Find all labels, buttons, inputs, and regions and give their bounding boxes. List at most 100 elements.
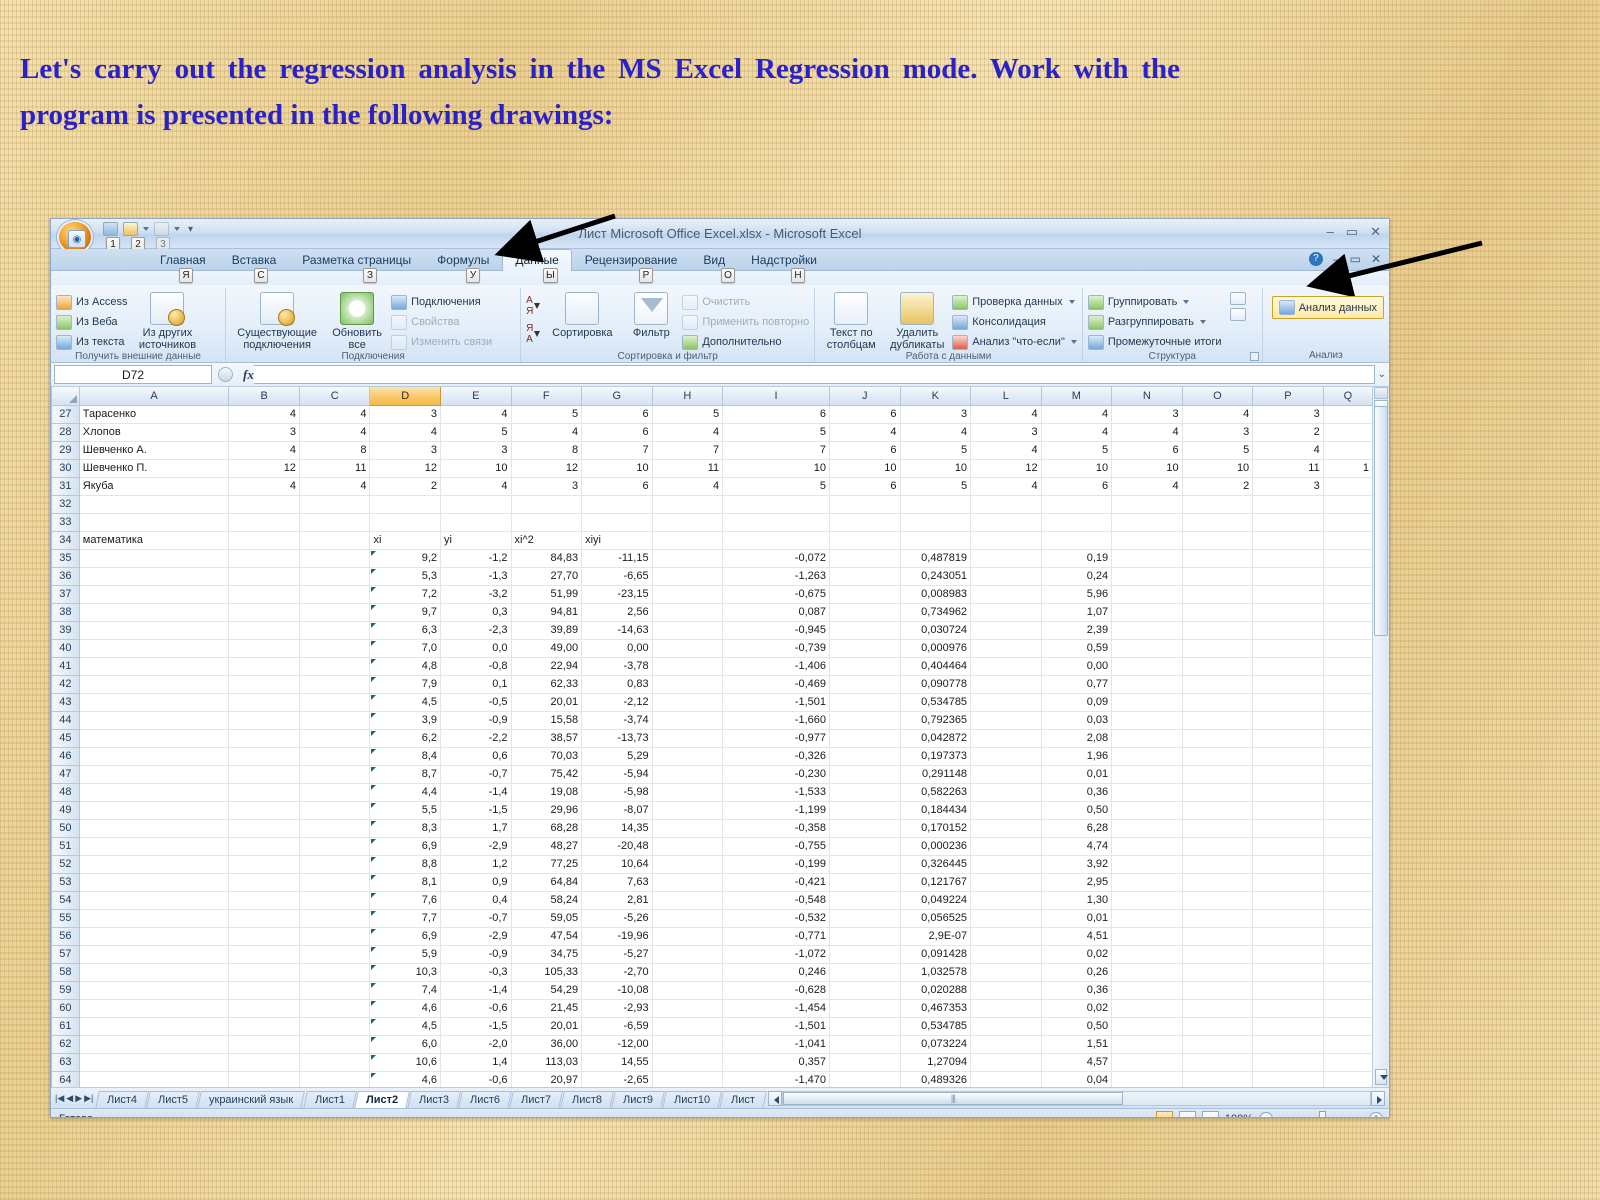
table-cell[interactable] <box>1322 746 1372 766</box>
table-cell[interactable] <box>651 926 724 946</box>
table-cell[interactable] <box>581 512 653 532</box>
table-cell[interactable] <box>651 530 724 550</box>
table-cell[interactable] <box>1322 998 1372 1018</box>
table-cell[interactable]: -1,501 <box>722 692 830 712</box>
minimize-ribbon-icon[interactable]: – <box>1333 252 1340 266</box>
table-cell[interactable] <box>78 944 230 964</box>
zoom-slider[interactable]: – + <box>1259 1111 1383 1117</box>
table-cell[interactable]: 4 <box>1252 440 1324 460</box>
table-cell[interactable]: 12 <box>369 458 441 478</box>
sheet-tab[interactable]: Лист4 <box>95 1090 150 1109</box>
table-cell[interactable]: 3 <box>228 422 300 442</box>
table-cell[interactable]: 10 <box>1040 458 1113 478</box>
table-cell[interactable]: 10 <box>1181 458 1254 478</box>
table-cell[interactable]: 0,77 <box>1040 674 1113 694</box>
button-consolidate[interactable]: Консолидация <box>952 313 1077 331</box>
table-cell[interactable]: 7,4 <box>369 980 441 1000</box>
table-cell[interactable]: -1,199 <box>722 800 830 820</box>
table-cell[interactable] <box>1252 728 1324 748</box>
table-cell[interactable]: 5,96 <box>1040 584 1113 604</box>
table-cell[interactable]: 6,28 <box>1040 818 1113 838</box>
table-cell[interactable] <box>970 1070 1042 1087</box>
row-header[interactable]: 53 <box>51 872 80 892</box>
table-cell[interactable] <box>651 908 724 928</box>
row-header[interactable]: 31 <box>51 476 80 496</box>
table-cell[interactable]: -0,230 <box>722 764 830 784</box>
table-cell[interactable] <box>1111 530 1183 550</box>
table-cell[interactable]: 4,5 <box>369 1016 441 1036</box>
table-cell[interactable] <box>1252 566 1324 586</box>
table-cell[interactable] <box>1322 764 1372 784</box>
table-cell[interactable] <box>78 980 230 1000</box>
tab-dannye[interactable]: Данные <box>502 249 572 271</box>
restore-button[interactable]: ▭ <box>1346 224 1358 240</box>
table-cell[interactable] <box>651 710 724 730</box>
table-cell[interactable]: 113,03 <box>510 1052 583 1072</box>
table-cell[interactable] <box>228 908 300 928</box>
table-cell[interactable] <box>970 980 1042 1000</box>
table-cell[interactable]: -2,2 <box>440 728 512 748</box>
column-header-b[interactable]: B <box>228 387 300 406</box>
table-cell[interactable] <box>1181 656 1254 676</box>
table-cell[interactable]: 27,70 <box>510 566 583 586</box>
tab-formuly[interactable]: Формулы <box>424 249 502 271</box>
sheet-tab[interactable]: Лист8 <box>559 1090 614 1109</box>
table-cell[interactable] <box>1181 872 1254 892</box>
table-cell[interactable]: 0,197373 <box>899 746 972 766</box>
table-cell[interactable]: 2,08 <box>1040 728 1113 748</box>
table-cell[interactable] <box>78 638 230 658</box>
table-cell[interactable] <box>78 656 230 676</box>
table-cell[interactable] <box>298 944 371 964</box>
table-cell[interactable] <box>970 908 1042 928</box>
table-cell[interactable] <box>298 908 371 928</box>
table-cell[interactable]: -1,041 <box>722 1034 830 1054</box>
row-header[interactable]: 33 <box>51 512 80 532</box>
table-cell[interactable]: 0,246 <box>722 962 830 982</box>
table-cell[interactable] <box>829 890 901 910</box>
expand-formula-bar-icon[interactable]: ⌄ <box>1378 369 1386 380</box>
table-cell[interactable] <box>651 602 724 622</box>
table-cell[interactable]: -2,9 <box>440 836 512 856</box>
table-cell[interactable] <box>78 890 230 910</box>
table-cell[interactable] <box>651 494 724 514</box>
table-cell[interactable]: 0,3 <box>440 602 512 622</box>
table-cell[interactable] <box>1111 998 1183 1018</box>
formula-input[interactable] <box>253 365 1375 384</box>
table-cell[interactable]: 4 <box>228 440 300 460</box>
table-cell[interactable]: -1,406 <box>722 656 830 676</box>
table-cell[interactable]: -19,96 <box>581 926 653 946</box>
table-cell[interactable]: -14,63 <box>581 620 653 640</box>
table-cell[interactable]: 7,2 <box>369 584 441 604</box>
table-cell[interactable]: 0,02 <box>1040 998 1113 1018</box>
name-box[interactable]: D72 <box>54 365 212 384</box>
table-cell[interactable] <box>298 638 371 658</box>
show-detail-icon[interactable] <box>1229 292 1246 305</box>
table-cell[interactable] <box>1322 800 1372 820</box>
table-cell[interactable] <box>1252 530 1324 550</box>
table-cell[interactable]: -1,660 <box>722 710 830 730</box>
table-cell[interactable]: -23,15 <box>581 584 653 604</box>
table-cell[interactable]: 0,50 <box>1040 1016 1113 1036</box>
table-cell[interactable]: 5,9 <box>369 944 441 964</box>
table-cell[interactable]: 0,24 <box>1040 566 1113 586</box>
table-cell[interactable] <box>1181 908 1254 928</box>
button-from-other-sources[interactable]: Из других источников <box>131 292 203 351</box>
table-cell[interactable]: 10 <box>899 458 972 478</box>
table-cell[interactable]: 0,1 <box>440 674 512 694</box>
table-cell[interactable] <box>1322 908 1372 928</box>
hscroll-left-button[interactable] <box>767 1090 782 1106</box>
table-cell[interactable] <box>1111 746 1183 766</box>
table-cell[interactable] <box>829 980 901 1000</box>
table-cell[interactable] <box>298 836 371 856</box>
table-cell[interactable]: -0,469 <box>722 674 830 694</box>
table-cell[interactable] <box>1252 962 1324 982</box>
last-sheet-icon[interactable]: ▶| <box>84 1093 93 1104</box>
table-cell[interactable]: 2,9E-07 <box>899 926 972 946</box>
zoom-out-button[interactable]: – <box>1259 1111 1273 1117</box>
row-header[interactable]: 64 <box>51 1070 80 1087</box>
table-cell[interactable] <box>1111 782 1183 802</box>
row-header[interactable]: 32 <box>51 494 80 514</box>
table-cell[interactable] <box>829 728 901 748</box>
table-cell[interactable] <box>829 1070 901 1087</box>
table-cell[interactable] <box>1181 674 1254 694</box>
